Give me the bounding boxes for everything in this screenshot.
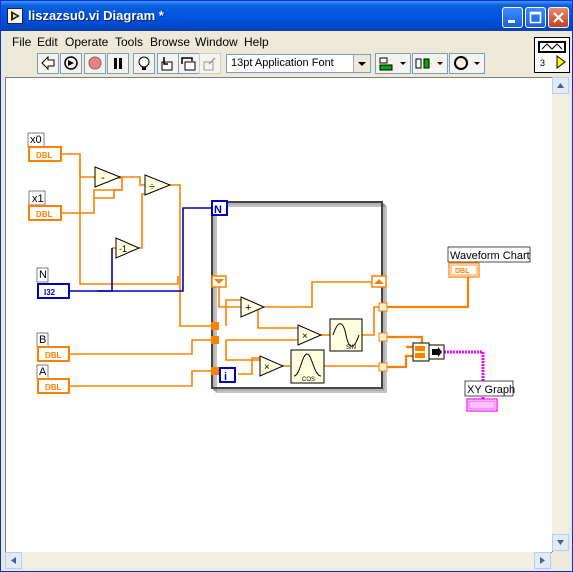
pause-button[interactable]	[107, 53, 129, 74]
menu-help[interactable]: Help	[244, 35, 269, 49]
tunnel-b-in	[211, 336, 219, 344]
maximize-button[interactable]	[525, 7, 546, 28]
minimize-button[interactable]	[502, 7, 523, 28]
waveform-chart-type: DBL	[455, 268, 470, 275]
menu-browse[interactable]: Browse	[150, 35, 190, 49]
wire-b	[69, 339, 212, 355]
a-label: A	[39, 366, 47, 378]
run-continuously-button[interactable]	[60, 53, 82, 74]
x1-type: DBL	[36, 210, 53, 219]
sine-function: SIN	[329, 318, 363, 352]
toolbar: 13pt Application Font	[2, 52, 532, 76]
sine-function-label: SIN	[346, 345, 356, 351]
font-selector-value: 13pt Application Font	[231, 57, 334, 69]
x0-type: DBL	[36, 151, 53, 160]
step-out-icon[interactable]	[199, 53, 221, 74]
title-bar[interactable]: liszazsu0.vi Diagram *	[1, 1, 572, 31]
tunnel-a-in	[211, 367, 219, 375]
vi-icon-number: 3	[540, 58, 546, 68]
menu-window[interactable]: Window	[195, 35, 238, 49]
window-title: liszazsu0.vi Diagram *	[28, 8, 164, 23]
multiply-node-1-label: ×	[302, 331, 308, 342]
scroll-right-icon[interactable]	[534, 552, 551, 569]
b-label: B	[39, 334, 46, 346]
menu-bar: File Edit Operate Tools Browse Window He…	[2, 32, 532, 52]
step-over-icon[interactable]	[178, 53, 200, 74]
cosine-function-label: COS	[302, 377, 315, 383]
tunnel-chart-out	[378, 302, 388, 312]
block-diagram-canvas[interactable]: N i - ÷ -1 + × × SIN COS x0 DBL x1 DBL N…	[5, 77, 553, 553]
tunnel-div-in	[211, 322, 219, 330]
x0-control: x0 DBL	[27, 132, 62, 162]
add-node: +	[240, 296, 266, 318]
menu-operate[interactable]: Operate	[65, 35, 108, 49]
menu-file[interactable]: File	[12, 35, 31, 49]
wire-x1	[61, 189, 122, 214]
wire-x1-to-div	[94, 190, 115, 199]
x0-label: x0	[30, 134, 42, 146]
align-objects-button[interactable]	[375, 53, 411, 74]
x1-control: x1 DBL	[28, 190, 62, 221]
wire-n-i32	[69, 207, 212, 292]
loop-count-label: N	[214, 204, 222, 216]
loop-count-terminal: N	[211, 200, 228, 216]
xy-graph-label: XY Graph	[467, 384, 515, 396]
font-selector[interactable]: 13pt Application Font	[226, 54, 371, 73]
a-control: A DBL	[36, 364, 70, 394]
window: liszazsu0.vi Diagram * File Edit Operate…	[0, 0, 573, 572]
wire-chart	[386, 277, 470, 309]
waveform-chart-label: Waveform Chart	[450, 250, 530, 262]
scroll-up-icon[interactable]	[552, 77, 569, 94]
divide-node: ÷	[144, 174, 172, 196]
wire-div-out	[168, 184, 212, 327]
multiply-node-2: ×	[259, 355, 285, 377]
abort-button[interactable]	[84, 53, 106, 74]
vi-connector-icon[interactable]: 3	[534, 37, 570, 73]
wire-shift	[218, 286, 242, 308]
subtract-node: -	[94, 166, 122, 188]
multiply-node-1: ×	[297, 324, 323, 346]
tunnel-y-out	[378, 362, 388, 372]
x1-label: x1	[32, 193, 44, 205]
scroll-left-icon[interactable]	[5, 552, 22, 569]
decrement-node: -1	[115, 237, 141, 259]
chevron-down-icon[interactable]	[353, 55, 370, 72]
close-button[interactable]	[548, 7, 569, 28]
step-into-icon[interactable]	[157, 53, 179, 74]
subtract-node-label: -	[101, 172, 105, 184]
labview-app-icon[interactable]	[7, 8, 23, 24]
b-type: DBL	[45, 351, 62, 360]
menu-tools[interactable]: Tools	[115, 35, 143, 49]
multiply-node-2-label: ×	[264, 362, 270, 373]
tunnel-x-out	[378, 332, 388, 342]
a-type: DBL	[45, 383, 62, 392]
cosine-function: COS	[290, 349, 325, 384]
wire-a	[69, 370, 212, 387]
resize-grip-icon[interactable]	[552, 552, 569, 569]
reorder-button[interactable]	[449, 53, 485, 74]
decrement-node-label: -1	[119, 244, 127, 254]
wire-bundle-bot	[386, 354, 414, 369]
distribute-objects-button[interactable]	[412, 53, 448, 74]
scroll-down-icon[interactable]	[552, 534, 569, 551]
waveform-chart-indicator: Waveform Chart DBL	[447, 246, 531, 278]
vertical-scrollbar[interactable]	[552, 77, 569, 551]
menu-edit[interactable]: Edit	[37, 35, 58, 49]
wire-x0	[61, 153, 95, 178]
wire-sub-to-div	[120, 176, 146, 186]
xy-graph-indicator: XY Graph	[464, 380, 515, 412]
bundle-node	[412, 342, 445, 362]
n-type: I32	[44, 288, 56, 297]
loop-iteration-label: i	[224, 371, 227, 383]
add-node-label: +	[245, 302, 251, 314]
n-label: N	[39, 269, 47, 281]
divide-node-label: ÷	[149, 181, 155, 193]
n-control: N I32	[36, 267, 70, 299]
run-button[interactable]	[37, 53, 59, 74]
horizontal-scrollbar[interactable]	[5, 552, 551, 569]
b-control: B DBL	[36, 332, 70, 362]
highlight-execution-icon[interactable]	[133, 53, 155, 74]
loop-iteration-terminal: i	[219, 367, 236, 383]
